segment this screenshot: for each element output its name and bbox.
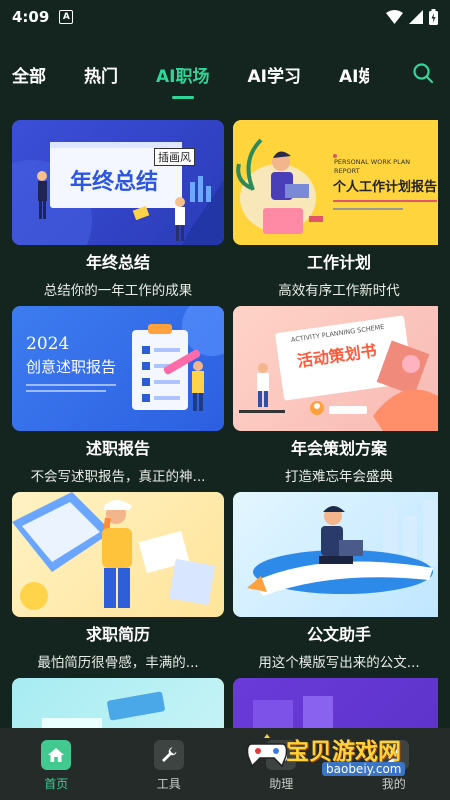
status-bar: 4:09 A — [0, 0, 450, 34]
template-card-resume[interactable]: 求职简历 最怕简历很骨感，丰满的... — [12, 492, 224, 671]
tab-ai-learning[interactable]: AI学习 — [247, 62, 300, 87]
card-7-thumbnail — [12, 678, 224, 728]
work-report-thumb-lines — [26, 384, 116, 386]
card-subtitle: 总结你的一年工作的成果 — [43, 283, 193, 299]
category-tabs: 全部 热门 AI职场 AI学习 AI娱 — [0, 52, 450, 96]
document-assistant-illustration — [247, 500, 437, 596]
wifi-icon — [386, 10, 403, 24]
nav-tools-label: 工具 — [156, 777, 181, 791]
battery-icon — [429, 9, 438, 25]
template-card-work-plan[interactable]: PERSONAL WORK PLAN REPORT 个人工作计划报告 工作计划 … — [233, 120, 438, 299]
gamepad-icon — [246, 734, 288, 768]
card-7-illustration — [42, 691, 165, 728]
card-title: 工作计划 — [306, 253, 371, 272]
year-summary-thumb-tag: 插画风 — [154, 148, 195, 166]
card-8-illustration — [253, 696, 333, 728]
card-title: 述职报告 — [85, 439, 150, 458]
card-title: 求职简历 — [85, 625, 150, 644]
work-plan-thumb-lines — [333, 200, 437, 202]
card-subtitle: 高效有序工作新时代 — [278, 283, 400, 299]
annual-party-thumbnail: ACTIVITY PLANNING SCHEME 活动策划书 — [233, 306, 438, 431]
template-card-7[interactable] — [12, 678, 224, 728]
tab-all[interactable]: 全部 — [12, 62, 46, 87]
card-subtitle: 最怕简历很骨感，丰满的... — [37, 655, 199, 671]
watermark-text: 宝贝游戏网 — [286, 739, 401, 765]
card-title: 年会策划方案 — [290, 439, 387, 458]
work-report-thumbnail: 2024 创意述职报告 — [12, 306, 224, 431]
wrench-icon — [153, 740, 184, 770]
card-8-thumbnail — [233, 678, 438, 728]
tab-ai-entertainment[interactable]: AI娱 — [339, 62, 369, 87]
card-title: 公文助手 — [306, 625, 371, 644]
template-card-document-assistant[interactable]: 公文助手 用这个模版写出来的公文... — [233, 492, 438, 671]
status-icons — [386, 9, 438, 25]
nav-home-label: 首页 — [44, 777, 69, 791]
nav-tools[interactable]: 工具 — [129, 740, 209, 792]
annual-party-illustration — [239, 315, 438, 431]
work-plan-thumb-report: REPORT — [334, 167, 360, 175]
nav-home[interactable]: 首页 — [16, 740, 96, 792]
tab-hot[interactable]: 热门 — [84, 62, 118, 87]
resume-thumbnail — [12, 492, 224, 617]
year-summary-thumbnail: 年终总结 插画风 — [12, 120, 224, 245]
watermark-url: baobeiy.com — [322, 762, 406, 776]
home-icon — [41, 740, 72, 770]
template-card-8[interactable] — [233, 678, 438, 728]
document-assistant-thumbnail — [233, 492, 438, 617]
work-report-thumb-year: 2024 — [26, 334, 70, 354]
tab-ai-workplace[interactable]: AI职场 — [156, 62, 209, 87]
card-subtitle: 不会写述职报告，真正的神... — [30, 469, 206, 485]
card-subtitle: 用这个模版写出来的公文... — [258, 655, 420, 671]
resume-illustration — [12, 492, 216, 610]
work-plan-thumbnail: PERSONAL WORK PLAN REPORT 个人工作计划报告 — [233, 120, 438, 245]
work-report-thumb-cn: 创意述职报告 — [26, 358, 117, 376]
status-time: 4:09 — [12, 8, 50, 26]
card-subtitle: 打造难忘年会盛典 — [285, 469, 393, 485]
template-grid: 年终总结 插画风 年终总结 总结你的一年工作的成果 PERSONAL WORK … — [12, 118, 438, 728]
template-card-work-report[interactable]: 2024 创意述职报告 述职报告 不会写述职报告，真正的神... — [12, 306, 224, 485]
watermark: 宝贝游戏网 baobeiy.com — [246, 730, 422, 782]
work-plan-thumb-en: PERSONAL WORK PLAN — [334, 158, 411, 166]
template-card-year-summary[interactable]: 年终总结 插画风 年终总结 总结你的一年工作的成果 — [12, 120, 224, 299]
template-card-annual-party[interactable]: ACTIVITY PLANNING SCHEME 活动策划书 年会策划方案 打造… — [233, 306, 438, 485]
notification-icon: A — [59, 10, 74, 24]
year-summary-thumb-title: 年终总结 — [70, 169, 159, 195]
work-report-thumb-lines — [26, 390, 106, 392]
search-icon[interactable] — [412, 62, 434, 84]
card-title: 年终总结 — [85, 253, 150, 272]
signal-icon — [409, 10, 423, 24]
work-plan-thumb-lines — [333, 208, 403, 210]
work-plan-thumb-cn: 个人工作计划报告 — [333, 180, 438, 195]
